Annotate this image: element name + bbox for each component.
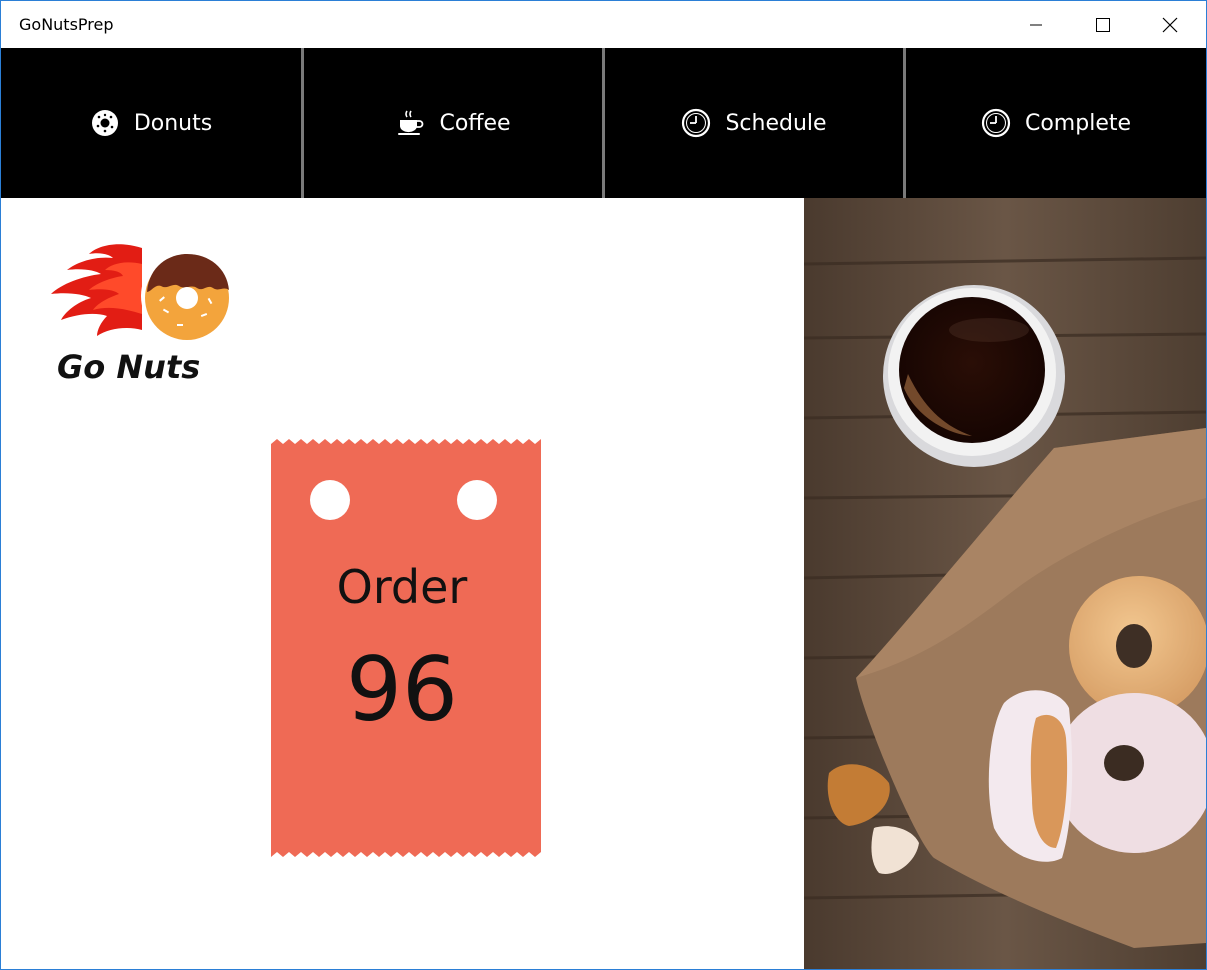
clock-icon [981, 108, 1011, 138]
coffee-cup-icon [395, 108, 425, 138]
nav-tab-label: Complete [1024, 110, 1132, 136]
nav-tab-donuts[interactable]: Donuts [1, 48, 301, 198]
main-content: Go Nuts Order 96 [1, 198, 804, 969]
nav-tab-label: Schedule [725, 110, 827, 136]
maximize-icon [1096, 17, 1110, 32]
nav-tab-label: Donuts [133, 110, 213, 136]
order-ticket: Order 96 [267, 436, 545, 860]
top-nav: Donuts Coffee Schedule Complete [1, 48, 1206, 198]
clock-icon [681, 108, 711, 138]
order-number: 96 [346, 638, 458, 741]
coffee-donuts-photo [804, 198, 1206, 969]
nav-tab-coffee[interactable]: Coffee [301, 48, 602, 198]
logo-wordmark: Go Nuts [57, 348, 200, 385]
nav-tab-label: Coffee [439, 110, 511, 136]
app-window: GoNutsPrep Donuts Coffee Schedule Comple… [0, 0, 1207, 970]
close-button[interactable] [1136, 1, 1204, 48]
window-title: GoNutsPrep [19, 15, 114, 34]
minimize-button[interactable] [1002, 1, 1070, 48]
go-nuts-logo: Go Nuts [47, 240, 237, 386]
nav-tab-complete[interactable]: Complete [903, 48, 1206, 198]
close-icon [1162, 17, 1178, 32]
maximize-button[interactable] [1069, 1, 1137, 48]
title-bar: GoNutsPrep [1, 1, 1206, 48]
order-label: Order [336, 560, 468, 614]
minimize-icon [1030, 24, 1042, 25]
nav-tab-schedule[interactable]: Schedule [602, 48, 903, 198]
donut-icon [90, 108, 120, 138]
